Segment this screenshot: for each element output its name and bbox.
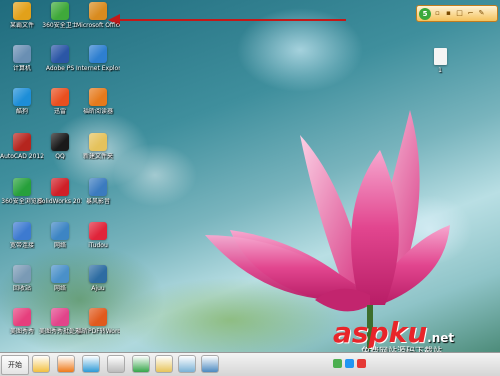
autocad-icon	[13, 133, 31, 151]
toolbar-button-5[interactable]: ✎	[477, 9, 486, 18]
desktop-icon-ajuu[interactable]: Ajuu	[76, 265, 120, 305]
ie-icon	[89, 45, 107, 63]
folder-icon	[13, 2, 31, 20]
pdf-reader-icon	[89, 88, 107, 106]
network-connection-icon	[13, 222, 31, 240]
desktop-icon-label: Ajuu	[91, 285, 105, 292]
desktop-icon-label: 新建文件夹	[82, 153, 113, 160]
desktop-icon-label: 福昕阅读器	[82, 108, 113, 115]
desktop-icon-new-folder[interactable]: 新建文件夹	[76, 133, 120, 173]
watermark: aspku.net 免费网站源码下载站	[333, 316, 498, 352]
start-button[interactable]: 开始	[1, 355, 29, 375]
penguin-icon	[51, 133, 69, 151]
computer-icon	[13, 45, 31, 63]
document-icon	[433, 48, 447, 65]
network-icon	[51, 222, 69, 240]
tray-icon-1[interactable]	[333, 359, 342, 368]
taskbar: 开始	[0, 352, 500, 376]
solidworks-icon	[51, 178, 69, 196]
desktop-icon-internet-explorer[interactable]: Internet Explorer	[76, 45, 120, 85]
music-icon	[13, 88, 31, 106]
red-arrow-annotation	[108, 14, 346, 26]
quicklaunch-item-7[interactable]	[178, 355, 196, 373]
folder-icon	[89, 133, 107, 151]
app-icon	[89, 265, 107, 283]
quicklaunch-item-2[interactable]	[57, 355, 75, 373]
desktop-icon-label: iTudou	[88, 242, 108, 249]
desktop-icon-label: 1	[438, 67, 442, 74]
quicklaunch-item-5[interactable]	[132, 355, 150, 373]
tray-icon-3[interactable]	[357, 359, 366, 368]
quicklaunch-item-4[interactable]	[107, 355, 125, 373]
quicklaunch-item-8[interactable]	[201, 355, 219, 373]
desktop-icon-foxit-pdf-to-word[interactable]: 福昕PDF转Word	[76, 308, 120, 348]
shield-icon	[51, 2, 69, 20]
desktop: 某霸文件 360安全卫士 Microsoft Office Da 计算机 Ado…	[0, 0, 500, 352]
toolbar-button-2[interactable]: ▪	[444, 9, 453, 18]
download-icon	[51, 88, 69, 106]
toolbar-button-1[interactable]: ▫	[433, 9, 442, 18]
video-player-icon	[89, 178, 107, 196]
office-icon	[89, 2, 107, 20]
desktop-icon-label: 福昕PDF转Word	[76, 328, 120, 335]
start-label: 开始	[8, 361, 22, 369]
desktop-icon-itudou[interactable]: iTudou	[76, 222, 120, 262]
lotus-wallpaper-image	[205, 110, 450, 350]
toolbar-button-3[interactable]: □	[455, 9, 464, 18]
desktop-icon-baofeng[interactable]: 暴风影音	[76, 178, 120, 218]
desktop-icon-label: Microsoft Office Da	[76, 22, 120, 29]
meitu-icon	[13, 308, 31, 326]
meitu-icon	[51, 308, 69, 326]
itudou-icon	[89, 222, 107, 240]
desktop-icon-file-1[interactable]: 1	[418, 48, 462, 88]
desktop-icon-label: 暴风影音	[85, 198, 110, 205]
desktop-icon-label: Internet Explorer	[76, 65, 120, 72]
watermark-subtitle: 免费网站源码下载站	[361, 347, 443, 352]
network-icon	[51, 265, 69, 283]
pdf-converter-icon	[89, 308, 107, 326]
tray-icon-2[interactable]	[345, 359, 354, 368]
floating-toolbar: 5 ▫ ▪ □ ⌐ ✎	[416, 5, 498, 22]
browser-icon	[13, 178, 31, 196]
quicklaunch-item-1[interactable]	[32, 355, 50, 373]
system-tray	[333, 357, 369, 371]
desktop-icon-foxit-reader[interactable]: 福昕阅读器	[76, 88, 120, 128]
quicklaunch-item-6[interactable]	[155, 355, 173, 373]
toolbar-button-4[interactable]: ⌐	[466, 9, 475, 18]
app-logo-icon[interactable]: 5	[419, 7, 431, 20]
desktop-icon-office[interactable]: Microsoft Office Da	[76, 2, 120, 42]
quicklaunch-item-3[interactable]	[82, 355, 100, 373]
recycle-bin-icon	[13, 265, 31, 283]
photoshop-icon	[51, 45, 69, 63]
